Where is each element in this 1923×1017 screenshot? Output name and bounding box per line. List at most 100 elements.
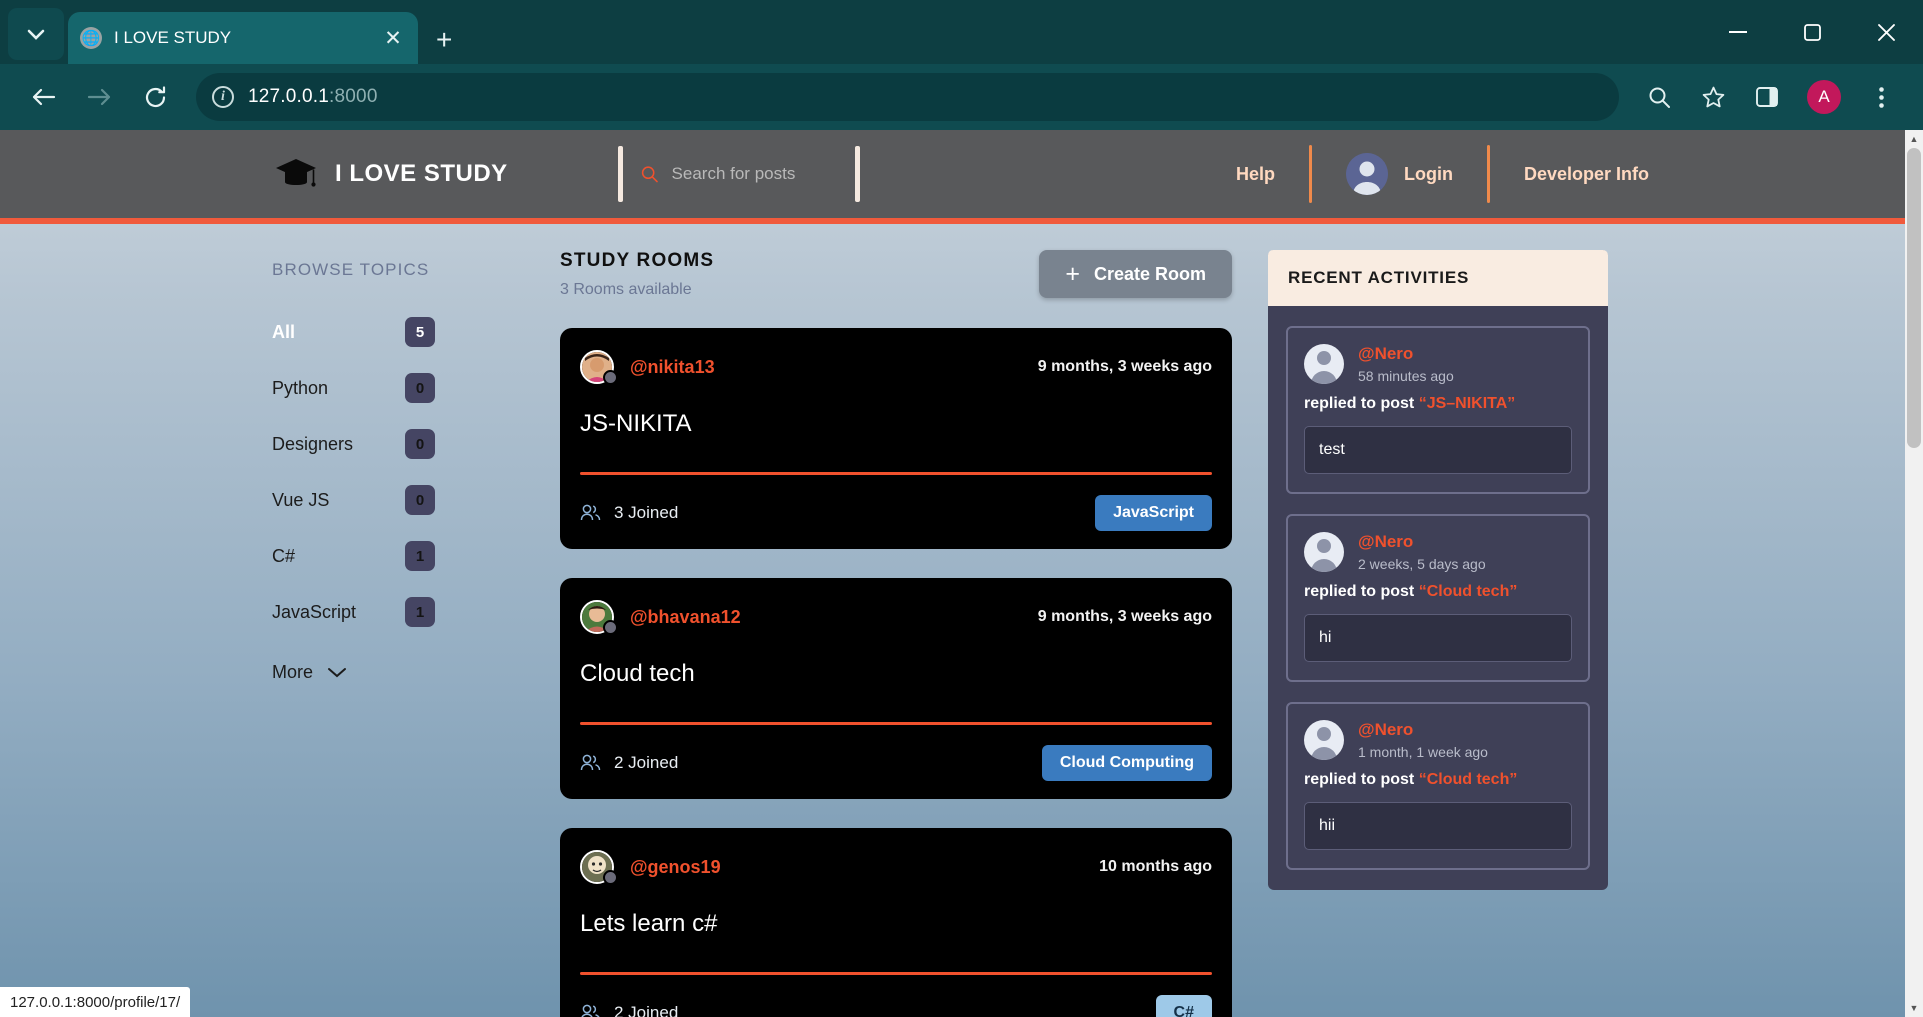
- window-controls: [1701, 0, 1923, 64]
- activity-item[interactable]: @Nero 58 minutes ago replied to post “JS…: [1286, 326, 1590, 494]
- sidebar-item-csharp[interactable]: C# 1: [272, 528, 560, 584]
- activity-body: hi: [1304, 614, 1572, 662]
- topic-label: All: [272, 321, 296, 342]
- scroll-down-arrow[interactable]: ▼: [1905, 999, 1923, 1017]
- recent-activities-title: RECENT ACTIVITIES: [1288, 268, 1470, 287]
- side-panel-icon[interactable]: [1743, 73, 1791, 121]
- close-window-button[interactable]: [1849, 0, 1923, 64]
- brand[interactable]: I LOVE STUDY: [275, 157, 508, 191]
- activity-time: 2 weeks, 5 days ago: [1358, 556, 1486, 572]
- joined-count: 2 Joined: [580, 753, 678, 773]
- reload-button[interactable]: [130, 72, 180, 122]
- room-title[interactable]: Cloud tech: [580, 660, 1212, 688]
- activity-meta: @Nero 1 month, 1 week ago: [1358, 720, 1488, 760]
- bookmark-star-icon[interactable]: [1689, 73, 1737, 121]
- search-divider-right: [854, 146, 860, 202]
- activity-action-text: replied to post: [1304, 395, 1415, 412]
- sidebar-item-all[interactable]: All 5: [272, 304, 560, 360]
- developer-info-link[interactable]: Developer Info: [1490, 164, 1683, 185]
- create-room-button[interactable]: + Create Room: [1039, 250, 1232, 298]
- activity-item[interactable]: @Nero 2 weeks, 5 days ago replied to pos…: [1286, 514, 1590, 682]
- avatar[interactable]: [580, 350, 618, 385]
- room-timestamp: 9 months, 3 weeks ago: [1037, 358, 1212, 375]
- sidebar-item-vue-js[interactable]: Vue JS 0: [272, 472, 560, 528]
- scroll-up-arrow[interactable]: ▲: [1905, 130, 1923, 148]
- create-room-label: Create Room: [1093, 263, 1206, 284]
- brand-name: I LOVE STUDY: [335, 160, 508, 187]
- minimize-button[interactable]: [1701, 0, 1775, 64]
- tab-close-button[interactable]: ✕: [380, 26, 406, 51]
- room-timestamp: 10 months ago: [1099, 858, 1212, 875]
- plus-icon: +: [1065, 259, 1080, 288]
- activity-user[interactable]: @Nero: [1358, 344, 1454, 364]
- activity-avatar[interactable]: [1304, 532, 1344, 572]
- room-card[interactable]: @genos19 10 months ago Lets learn c# 2 J…: [560, 828, 1232, 1017]
- search-box[interactable]: [623, 164, 855, 184]
- people-icon: [580, 504, 601, 521]
- tab-search-button[interactable]: [8, 8, 64, 60]
- recent-activities-header: RECENT ACTIVITIES: [1268, 250, 1608, 306]
- new-tab-button[interactable]: +: [436, 26, 452, 54]
- activity-item[interactable]: @Nero 1 month, 1 week ago replied to pos…: [1286, 702, 1590, 870]
- topic-count-badge: 1: [405, 597, 435, 627]
- activity-meta: @Nero 58 minutes ago: [1358, 344, 1454, 384]
- chevron-down-icon: [27, 29, 45, 40]
- header-nav: Help Login Developer Info: [1202, 145, 1683, 203]
- recent-activities-panel: RECENT ACTIVITIES @Nero 58 minutes ago r…: [1268, 250, 1608, 890]
- room-title[interactable]: JS-NIKITA: [580, 410, 1212, 438]
- sidebar-item-javascript[interactable]: JavaScript 1: [272, 584, 560, 640]
- page-scrollbar[interactable]: ▲ ▼: [1905, 130, 1923, 1017]
- search-input[interactable]: [671, 164, 837, 184]
- url-host: 127.0.0.1: [248, 86, 330, 107]
- forward-button[interactable]: [74, 72, 124, 122]
- avatar[interactable]: [580, 600, 618, 635]
- activity-action-text: replied to post: [1304, 583, 1415, 600]
- room-card-header: @genos19 10 months ago: [580, 850, 1212, 885]
- joined-label: 3 Joined: [614, 503, 679, 522]
- scrollbar-thumb[interactable]: [1907, 148, 1921, 448]
- room-author-handle[interactable]: @bhavana12: [630, 607, 741, 628]
- activity-avatar[interactable]: [1304, 720, 1344, 760]
- login-label: Login: [1403, 163, 1453, 184]
- activity-user[interactable]: @Nero: [1358, 532, 1486, 552]
- room-card-footer: 2 Joined C#: [580, 995, 1212, 1017]
- activity-post-title: “Cloud tech”: [1418, 771, 1518, 788]
- avatar[interactable]: [580, 850, 618, 885]
- page-body: BROWSE TOPICS All 5 Python 0 Designers 0…: [0, 224, 1923, 1017]
- search-icon[interactable]: [1635, 73, 1683, 121]
- minimize-icon: [1729, 31, 1747, 33]
- activity-avatar[interactable]: [1304, 344, 1344, 384]
- room-topic-tag[interactable]: JavaScript: [1095, 495, 1212, 531]
- help-link[interactable]: Help: [1202, 164, 1309, 185]
- activity-meta: @Nero 2 weeks, 5 days ago: [1358, 532, 1486, 572]
- room-card[interactable]: @bhavana12 9 months, 3 weeks ago Cloud t…: [560, 578, 1232, 799]
- browse-topics-title: BROWSE TOPICS: [272, 260, 430, 279]
- avatar-head: [1317, 727, 1331, 741]
- site-info-icon[interactable]: i: [212, 86, 234, 108]
- room-author-handle[interactable]: @genos19: [630, 857, 721, 878]
- arrow-right-icon: [87, 88, 110, 106]
- profile-avatar[interactable]: A: [1807, 80, 1841, 114]
- topic-count-badge: 5: [405, 317, 435, 347]
- tab-strip: 🌐 I LOVE STUDY ✕ +: [0, 0, 1923, 64]
- room-divider: [580, 472, 1212, 475]
- topic-count-badge: 0: [405, 373, 435, 403]
- maximize-button[interactable]: [1775, 0, 1849, 64]
- menu-icon[interactable]: [1857, 73, 1905, 121]
- sidebar-item-python[interactable]: Python 0: [272, 360, 560, 416]
- sidebar-item-designers[interactable]: Designers 0: [272, 416, 560, 472]
- room-card[interactable]: @nikita13 9 months, 3 weeks ago JS-NIKIT…: [560, 328, 1232, 549]
- address-bar[interactable]: i 127.0.0.1:8000: [196, 73, 1619, 121]
- login-link[interactable]: Login: [1312, 153, 1487, 195]
- topic-label: Vue JS: [272, 489, 330, 510]
- activity-user[interactable]: @Nero: [1358, 720, 1488, 740]
- room-topic-tag[interactable]: C#: [1155, 995, 1212, 1017]
- room-author-handle[interactable]: @nikita13: [630, 357, 715, 378]
- room-card-header: @bhavana12 9 months, 3 weeks ago: [580, 600, 1212, 635]
- back-button[interactable]: [18, 72, 68, 122]
- room-title[interactable]: Lets learn c#: [580, 910, 1212, 938]
- activity-post-title: “JS–NIKITA”: [1418, 395, 1516, 412]
- room-topic-tag[interactable]: Cloud Computing: [1041, 745, 1212, 781]
- browser-tab[interactable]: 🌐 I LOVE STUDY ✕: [68, 12, 418, 64]
- more-topics-button[interactable]: More: [272, 662, 560, 683]
